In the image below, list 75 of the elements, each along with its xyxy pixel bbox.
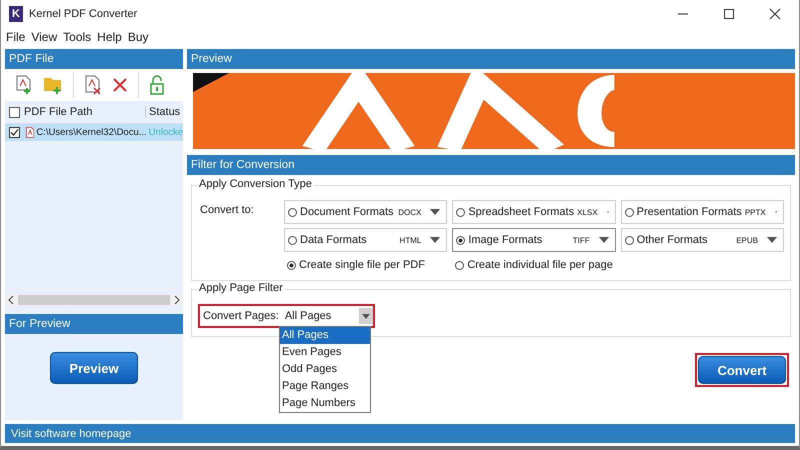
app-logo: K xyxy=(9,6,23,22)
menu-item[interactable]: File xyxy=(6,30,26,44)
scroll-left-icon[interactable] xyxy=(8,296,14,304)
format-selector[interactable]: Spreadsheet Formats XLSX xyxy=(452,200,616,224)
dropdown-caret-icon[interactable] xyxy=(430,237,440,243)
output-radio[interactable] xyxy=(287,260,296,270)
format-label: Presentation Formats xyxy=(636,206,742,218)
dropdown-option[interactable]: Odd Pages xyxy=(280,361,370,378)
dropdown-caret-icon[interactable] xyxy=(598,237,609,243)
dropdown-option[interactable]: Page Numbers xyxy=(280,395,370,412)
format-value: EPUB xyxy=(736,236,758,244)
column-header[interactable]: Status xyxy=(145,106,183,118)
format-radio[interactable] xyxy=(456,236,466,244)
file-row[interactable]: C:\Users\Kernel32\Docu... Unlocke xyxy=(5,124,183,141)
group-legend: Apply Page Filter xyxy=(197,282,285,294)
dropdown-caret-icon[interactable] xyxy=(766,237,777,243)
format-radio[interactable] xyxy=(288,208,297,216)
scroll-right-icon[interactable] xyxy=(174,296,180,304)
column-header[interactable]: PDF File Path xyxy=(24,106,145,118)
convert-pages-label: Convert Pages: xyxy=(203,310,279,322)
format-value: PPTX xyxy=(744,208,766,216)
select-all-checkbox[interactable] xyxy=(9,106,20,118)
dropdown-option[interactable]: Even Pages xyxy=(280,344,370,361)
unlock-icon[interactable] xyxy=(149,75,165,95)
convert-pages-dropdown[interactable]: All Pages xyxy=(284,307,373,325)
panel-header: For Preview xyxy=(5,314,183,334)
row-checkbox[interactable] xyxy=(9,127,20,138)
format-value: HTML xyxy=(400,236,422,244)
format-radio[interactable] xyxy=(456,208,466,216)
format-radio[interactable] xyxy=(624,208,634,216)
group-legend: Apply Conversion Type xyxy=(197,178,314,190)
format-value: DOCX xyxy=(398,208,422,216)
pdf-file-icon xyxy=(26,126,34,139)
close-icon[interactable] xyxy=(769,8,781,20)
format-selector[interactable]: Document Formats DOCX xyxy=(284,200,448,224)
format-selector[interactable]: Data Formats HTML xyxy=(284,228,448,252)
format-label: Image Formats xyxy=(468,234,542,246)
add-file-icon[interactable] xyxy=(15,75,33,95)
remove-file-icon[interactable] xyxy=(84,75,102,95)
format-label: Other Formats xyxy=(636,234,708,246)
menu-item[interactable]: View xyxy=(31,30,58,44)
menu-item[interactable]: Tools xyxy=(63,30,92,44)
delete-icon[interactable] xyxy=(112,77,128,93)
maximize-icon[interactable] xyxy=(723,8,735,20)
format-label: Spreadsheet Formats xyxy=(468,206,574,218)
homepage-link[interactable]: Visit software homepage xyxy=(11,428,132,440)
menu-item[interactable]: Help xyxy=(97,30,122,44)
output-option-label: Create single file per PDF xyxy=(299,259,425,271)
output-option-label: Create individual file per page xyxy=(467,259,613,271)
dropdown-option[interactable]: Page Ranges xyxy=(280,378,370,395)
format-selector[interactable]: Image Formats TIFF xyxy=(452,228,616,252)
convert-to-label: Convert to: xyxy=(199,203,255,218)
panel-header: Preview xyxy=(187,49,795,69)
panel-header: Filter for Conversion xyxy=(187,155,795,175)
window-title: Kernel PDF Converter xyxy=(29,8,138,20)
dropdown-caret-icon[interactable] xyxy=(430,209,440,215)
dropdown-option[interactable]: All Pages xyxy=(280,327,370,344)
format-selector[interactable]: Presentation Formats PPTX xyxy=(620,200,784,224)
horizontal-scrollbar[interactable] xyxy=(5,294,183,306)
format-radio[interactable] xyxy=(624,236,634,244)
format-label: Data Formats xyxy=(300,234,367,246)
file-status: Unlocke xyxy=(148,127,183,138)
add-folder-icon[interactable] xyxy=(43,75,63,95)
convert-button[interactable]: Convert xyxy=(698,356,786,384)
format-selector[interactable]: Other Formats EPUB xyxy=(620,228,784,252)
format-value: XLSX xyxy=(577,208,598,216)
format-value: TIFF xyxy=(572,236,590,244)
preview-button[interactable]: Preview xyxy=(50,352,138,384)
panel-header: PDF File xyxy=(5,49,183,69)
format-label: Document Formats xyxy=(300,206,394,218)
format-radio[interactable] xyxy=(288,236,297,244)
caret-icon xyxy=(362,314,370,318)
output-radio[interactable] xyxy=(455,260,464,270)
menu-item[interactable]: Buy xyxy=(128,30,149,44)
file-path: C:\Users\Kernel32\Docu... xyxy=(36,127,147,138)
